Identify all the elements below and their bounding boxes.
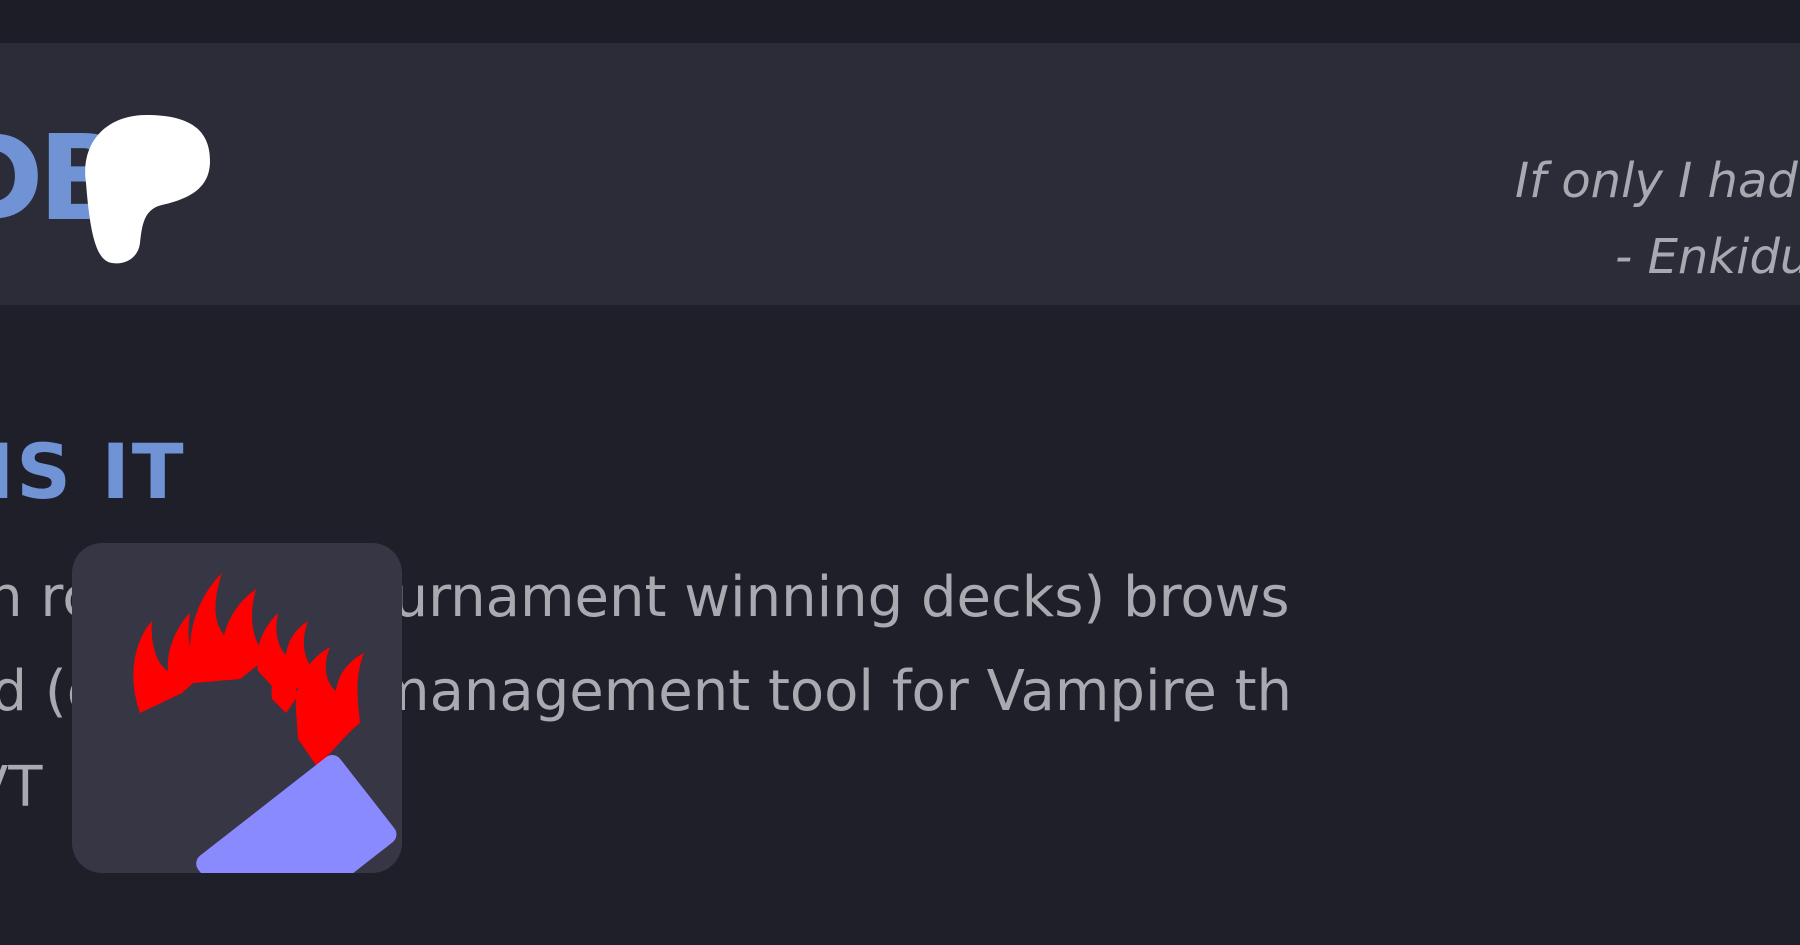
quote-text: If only I had: [1515, 153, 1798, 209]
burning-card-icon: [72, 543, 402, 873]
burning-card-graphic: [133, 573, 397, 873]
about-line-3: VT: [0, 755, 43, 820]
drop-blob-icon: [85, 115, 210, 264]
site-header: DB If only I had - Enkidu: [0, 43, 1800, 305]
quote-author: - Enkidu: [1615, 229, 1800, 285]
top-strip: [0, 0, 1800, 43]
section-title: IS IT: [0, 427, 186, 516]
